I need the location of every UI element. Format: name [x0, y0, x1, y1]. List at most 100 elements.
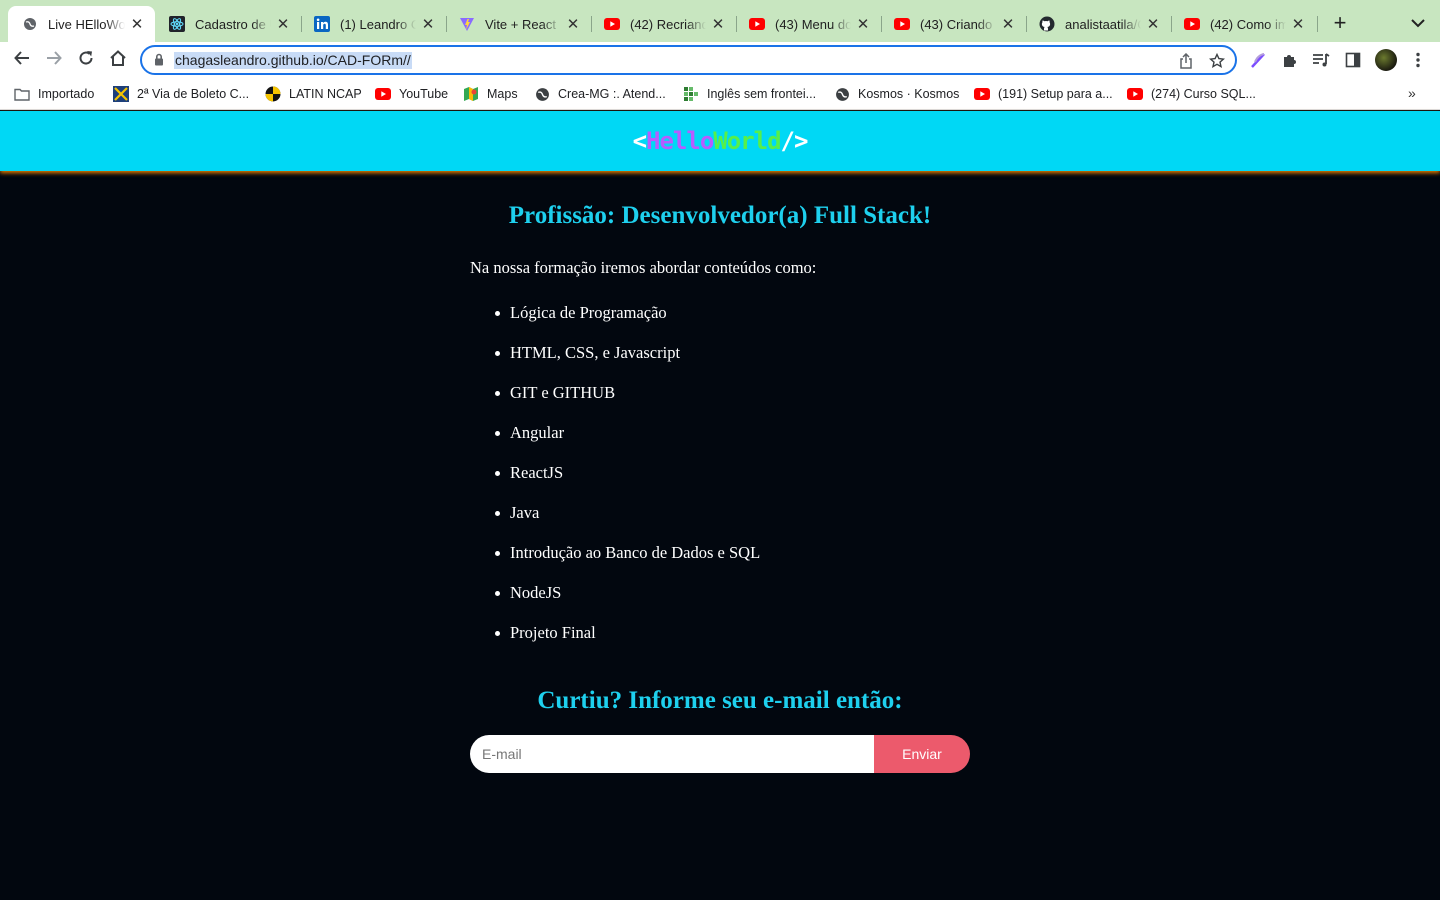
tab-linkedin[interactable]: (1) Leandro Chagas ✕ [300, 6, 446, 42]
browser-toolbar: chagasleandro.github.io/CAD-FORm// [0, 42, 1440, 78]
tab-strip: Live HElloWorld ✕ Cadastro de Usuários ✕… [0, 0, 1440, 42]
helloworld-logo: <HelloWorld/> [632, 127, 809, 155]
bookmark-crea-mg[interactable]: Crea-MG :. Atend... [534, 85, 666, 103]
list-item: NodeJS [495, 583, 970, 623]
list-item: Projeto Final [495, 623, 970, 663]
tab-vite-react[interactable]: Vite + React ✕ [445, 6, 591, 42]
bookmark-label: Kosmos · Kosmos [858, 87, 960, 101]
arrow-right-icon [46, 50, 62, 71]
new-tab-button[interactable]: + [1328, 12, 1352, 36]
bookmarks-overflow-button[interactable]: » [1408, 85, 1416, 101]
youtube-icon [749, 16, 765, 32]
list-item: ReactJS [495, 463, 970, 503]
list-item: Java [495, 503, 970, 543]
youtube-icon [894, 16, 910, 32]
tab-youtube-menu[interactable]: (43) Menu do ✕ [735, 6, 881, 42]
bookmark-label: Importado [38, 87, 95, 101]
intro-text: Na nossa formação iremos abordar conteúd… [470, 258, 817, 277]
bookmark-label: Maps [487, 87, 518, 101]
page-title: Profissão: Desenvolvedor(a) Full Stack! [508, 202, 932, 229]
boleto-icon [113, 86, 129, 102]
bookmark-boleto[interactable]: 2ª Via de Boleto C... [113, 85, 249, 103]
forward-button[interactable] [42, 48, 66, 72]
list-item: Lógica de Programação [495, 303, 970, 343]
side-panel-icon[interactable] [1343, 50, 1363, 70]
bookmark-youtube[interactable]: YouTube [375, 85, 448, 103]
close-icon[interactable]: ✕ [855, 16, 871, 33]
profile-avatar[interactable] [1375, 49, 1397, 71]
media-controls-icon[interactable] [1311, 50, 1331, 70]
youtube-icon [375, 86, 391, 102]
tab-title: Live HElloWorld [48, 16, 125, 32]
tab-title: (43) Criando f [920, 16, 996, 32]
bookmark-latin-ncap[interactable]: LATIN NCAP [265, 85, 362, 103]
react-icon [169, 16, 185, 32]
bookmark-curso-sql[interactable]: (274) Curso SQL... [1127, 85, 1256, 103]
tab-youtube-como[interactable]: (42) Como im ✕ [1170, 6, 1316, 42]
bookmark-setup[interactable]: (191) Setup para a... [974, 85, 1113, 103]
kebab-menu-icon[interactable] [1408, 50, 1428, 70]
reload-button[interactable] [74, 48, 98, 72]
logo-hello: Hello [646, 127, 714, 155]
lock-icon[interactable] [154, 53, 164, 71]
tab-title: Vite + React [485, 16, 556, 32]
folder-icon [14, 86, 30, 102]
bookmark-label: 2ª Via de Boleto C... [137, 87, 250, 101]
tab-search-button[interactable] [1406, 12, 1430, 36]
back-button[interactable] [10, 48, 34, 72]
send-button[interactable]: Enviar [874, 735, 970, 773]
close-icon[interactable]: ✕ [1290, 16, 1306, 33]
close-icon[interactable]: ✕ [1145, 16, 1161, 33]
globe-icon [534, 86, 550, 102]
chevron-down-icon [1411, 15, 1425, 33]
logo-open-bracket: < [632, 127, 647, 155]
list-item: Introdução ao Banco de Dados e SQL [495, 543, 970, 583]
cta-heading: Curtiu? Informe seu e-mail então: [537, 687, 903, 714]
logo-world: World [713, 127, 781, 155]
bookmark-label: Inglês sem frontei... [707, 87, 817, 101]
tab-github[interactable]: analistaatila/C ✕ [1025, 6, 1171, 42]
grid-icon [683, 86, 699, 102]
close-icon[interactable]: ✕ [129, 16, 145, 33]
puzzle-icon[interactable] [1280, 50, 1300, 70]
email-input[interactable] [470, 735, 874, 773]
close-icon[interactable]: ✕ [420, 16, 436, 33]
arrow-left-icon [14, 50, 30, 71]
home-button[interactable] [106, 48, 130, 72]
feather-extension-icon[interactable] [1248, 50, 1268, 70]
github-icon [1039, 16, 1055, 32]
tab-live-helloworld[interactable]: Live HElloWorld ✕ [8, 6, 155, 42]
tab-cadastro[interactable]: Cadastro de Usuários ✕ [155, 6, 301, 42]
url-text[interactable]: chagasleandro.github.io/CAD-FORm// [174, 52, 412, 69]
star-icon[interactable] [1208, 52, 1226, 70]
bookmark-maps[interactable]: Maps [463, 85, 518, 103]
bookmark-ingles[interactable]: Inglês sem frontei... [683, 85, 816, 103]
youtube-icon [604, 16, 620, 32]
address-bar[interactable]: chagasleandro.github.io/CAD-FORm// [140, 45, 1237, 75]
youtube-icon [1184, 16, 1200, 32]
tab-title: (42) Como im [1210, 16, 1286, 32]
tab-youtube-recriando[interactable]: (42) Recriando ✕ [590, 6, 736, 42]
list-item: HTML, CSS, e Javascript [495, 343, 970, 383]
home-icon [109, 49, 127, 72]
logo-close-bracket: /> [780, 127, 809, 155]
tab-title: (42) Recriando [630, 16, 706, 32]
tab-youtube-criando[interactable]: (43) Criando f ✕ [880, 6, 1026, 42]
reload-icon [78, 50, 94, 71]
newsletter-form: Enviar [470, 735, 970, 773]
bookmark-label: Crea-MG :. Atend... [558, 87, 666, 101]
latin-ncap-icon [265, 86, 281, 102]
tab-title: (43) Menu do [775, 16, 851, 32]
close-icon[interactable]: ✕ [275, 16, 291, 33]
list-item: Angular [495, 423, 970, 463]
tab-title: (1) Leandro Chagas [340, 16, 416, 32]
close-icon[interactable]: ✕ [565, 16, 581, 33]
close-icon[interactable]: ✕ [1000, 16, 1016, 33]
bookmark-importado[interactable]: Importado [14, 85, 94, 103]
close-icon[interactable]: ✕ [710, 16, 726, 33]
share-icon[interactable] [1177, 52, 1195, 70]
tab-separator [1317, 16, 1318, 32]
youtube-icon [974, 86, 990, 102]
bookmark-kosmos[interactable]: Kosmos · Kosmos [834, 85, 959, 103]
tab-title: Cadastro de Usuários [195, 16, 271, 32]
